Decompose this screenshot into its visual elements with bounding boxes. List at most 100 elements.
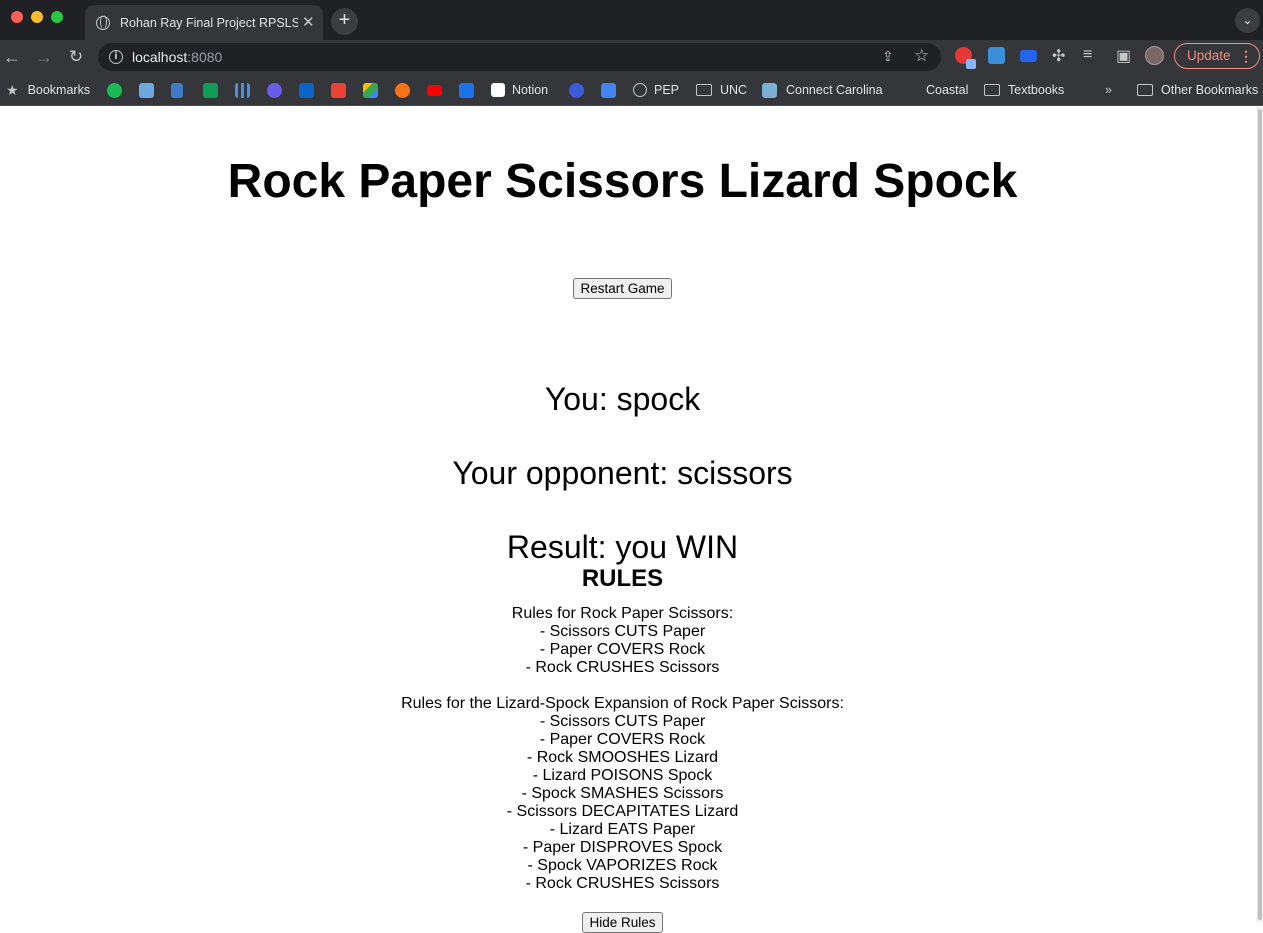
bookmarks-bar: ★ Bookmarks Notion PEP UNC Connect Carol… (0, 74, 1263, 106)
textbooks-label: Textbooks (1008, 83, 1065, 97)
rpsls-rules-heading: Rules for the Lizard-Spock Expansion of … (401, 695, 844, 712)
page-title: Rock Paper Scissors Lizard Spock (227, 155, 1018, 208)
url-port: :8080 (187, 49, 223, 65)
back-arrow-icon[interactable]: ← (0, 45, 24, 69)
new-tab-button[interactable]: + (331, 8, 358, 35)
tab-search-button[interactable]: ⌄ (1235, 8, 1260, 33)
minimize-window-button[interactable] (31, 11, 43, 23)
folder-icon (1137, 84, 1153, 96)
bookmark-spotify[interactable] (107, 81, 122, 99)
bookmark-site-6[interactable] (395, 81, 410, 99)
restart-game-button[interactable]: Restart Game (573, 278, 672, 299)
tab-title: Rohan Ray Final Project RPSLS (120, 15, 298, 30)
rule-item: - Rock SMOOSHES Lizard (526, 749, 719, 766)
bookmark-site-4[interactable] (235, 81, 250, 99)
connect-carolina-label: Connect Carolina (786, 83, 883, 97)
bookmark-notion[interactable]: Notion (491, 81, 548, 99)
profile-avatar[interactable] (1145, 46, 1164, 65)
bookmark-site-3[interactable] (203, 81, 218, 99)
player-choice: You: spock (544, 381, 701, 417)
drive-icon (363, 82, 378, 98)
maximize-window-button[interactable] (51, 11, 63, 23)
extension-screen-icon[interactable] (1020, 50, 1037, 62)
side-panel-icon[interactable]: ▣ (1116, 46, 1131, 66)
bookmark-coastal[interactable]: Coastal (926, 81, 968, 99)
bookmark-outlook[interactable] (299, 81, 314, 99)
extension-badge-icon (966, 59, 976, 69)
gear-icon (395, 82, 410, 98)
bookmark-site-7[interactable] (459, 81, 474, 99)
building-icon (139, 82, 154, 98)
rule-item: - Paper COVERS Rock (539, 731, 706, 748)
rpsls-rules: Rules for the Lizard-Spock Expansion of … (0, 695, 1245, 893)
browser-tab[interactable]: Rohan Ray Final Project RPSLS ✕ (85, 5, 323, 40)
scrollbar-thumb[interactable] (1258, 109, 1262, 920)
address-bar[interactable]: i localhost:8080 ⇪ ☆ (98, 43, 941, 71)
rps-rules-heading: Rules for Rock Paper Scissors: (511, 605, 734, 622)
rule-item: - Rock CRUSHES Scissors (525, 659, 720, 676)
bookmark-pep[interactable]: PEP (633, 81, 679, 99)
overflow-label: » (1105, 83, 1112, 97)
url-text[interactable]: localhost:8080 (132, 49, 222, 65)
youtube-icon (427, 84, 442, 96)
rule-item: - Paper COVERS Rock (539, 641, 706, 658)
menu-dots-icon[interactable]: ⋮ (1239, 44, 1253, 68)
bookmark-site-icon (459, 82, 474, 98)
bookmark-connect-carolina[interactable]: Connect Carolina (762, 81, 883, 99)
bookmark-site-8[interactable] (569, 81, 584, 99)
bookmark-site-1[interactable] (139, 81, 154, 99)
globe-icon (633, 83, 647, 97)
extensions-puzzle-icon[interactable]: ✣ (1052, 46, 1065, 66)
bookmark-folder-textbooks[interactable]: Textbooks (984, 81, 1064, 99)
outlook-icon (299, 82, 314, 98)
hide-rules-button[interactable]: Hide Rules (582, 912, 663, 933)
rule-item: - Scissors CUTS Paper (539, 713, 706, 730)
star-icon: ★ (6, 81, 19, 98)
share-icon[interactable]: ⇪ (882, 48, 894, 65)
bookmark-gmail[interactable] (331, 81, 346, 99)
bookmark-site-2[interactable] (171, 81, 183, 99)
folder-icon (696, 84, 712, 96)
bookmark-star-icon[interactable]: ☆ (914, 46, 929, 66)
close-tab-icon[interactable]: ✕ (302, 15, 315, 30)
notion-label: Notion (512, 83, 549, 97)
reload-icon[interactable]: ↻ (64, 45, 88, 69)
bookmark-folder-other[interactable]: Other Bookmarks (1137, 81, 1258, 99)
reading-list-icon[interactable]: ≡ (1083, 46, 1092, 64)
game-result: Result: you WIN (506, 529, 739, 565)
play-icon (267, 82, 282, 98)
search-circle-icon (569, 82, 584, 98)
rule-item: - Lizard EATS Paper (549, 821, 696, 838)
bookmark-drive[interactable] (363, 81, 378, 99)
page-content: Rock Paper Scissors Lizard Spock Restart… (0, 107, 1257, 933)
calendar-icon (601, 82, 616, 98)
rule-item: - Scissors CUTS Paper (539, 623, 706, 640)
rule-item: - Lizard POISONS Spock (532, 767, 713, 784)
bar-chart-icon (235, 82, 250, 98)
pep-label: PEP (654, 83, 680, 97)
extension-blue-icon[interactable] (988, 47, 1005, 64)
close-window-button[interactable] (11, 11, 23, 23)
rule-item: - Spock SMASHES Scissors (521, 785, 724, 802)
unc-label: UNC (720, 83, 748, 97)
folder-icon (984, 84, 1000, 96)
url-host: localhost (132, 49, 188, 65)
building-icon (762, 82, 777, 98)
bookmark-site-5[interactable] (267, 81, 282, 99)
bookmark-calendar[interactable] (601, 81, 616, 99)
bookmarks-overflow-button[interactable]: » (1105, 81, 1112, 99)
info-icon[interactable]: i (109, 50, 123, 64)
forward-arrow-icon[interactable]: → (32, 45, 56, 69)
notion-icon (491, 83, 505, 97)
update-label: Update (1187, 48, 1231, 63)
globe-icon (96, 15, 110, 30)
rule-item: - Spock VAPORIZES Rock (527, 857, 718, 874)
bookmark-youtube[interactable] (427, 81, 442, 99)
opponent-choice: Your opponent: scissors (452, 455, 793, 491)
update-button[interactable]: Update ⋮ (1174, 43, 1260, 69)
bookmarks-label: Bookmarks (27, 83, 91, 97)
rule-item: - Scissors DECAPITATES Lizard (506, 803, 739, 820)
bookmarks-menu[interactable]: ★ Bookmarks (6, 81, 90, 99)
bookmark-folder-unc[interactable]: UNC (696, 81, 747, 99)
rules-heading: RULES (581, 565, 664, 592)
